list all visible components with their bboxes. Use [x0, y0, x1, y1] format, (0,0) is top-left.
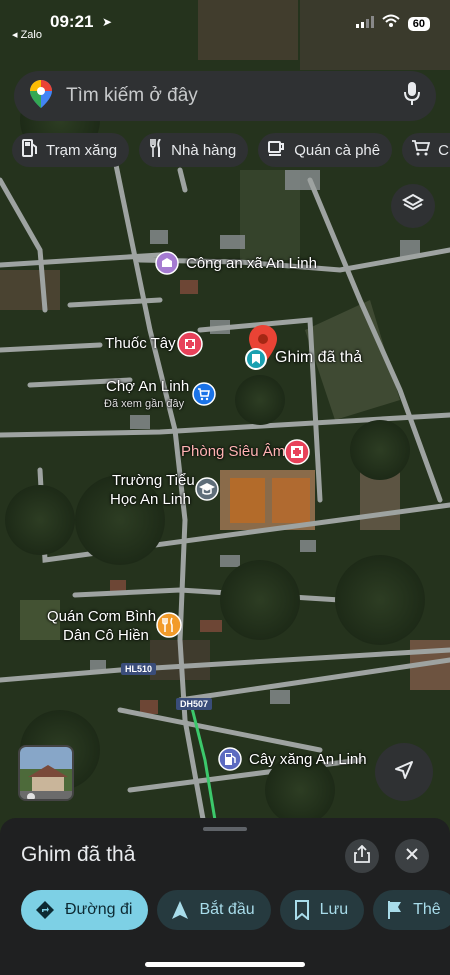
pin-label: Ghim đã thả	[275, 349, 363, 366]
chip-coffee[interactable]: Quán cà phê	[258, 133, 393, 167]
action-label: Lưu	[319, 901, 349, 918]
chip-label: Trạm xăng	[46, 141, 118, 159]
category-chips: Trạm xăng Nhà hàng Quán cà phê Cử	[12, 133, 450, 167]
sheet-title: Ghim đã thả	[21, 843, 136, 866]
share-icon	[354, 844, 370, 868]
navigation-arrow-icon	[393, 759, 415, 786]
flag-icon	[387, 900, 403, 920]
my-location-button[interactable]	[375, 743, 433, 801]
police-icon	[155, 251, 179, 280]
microphone-icon[interactable]	[404, 81, 420, 111]
status-bar: 09:21 ➤ 60	[0, 10, 450, 40]
navigation-arrow-icon	[171, 900, 189, 920]
cart-icon	[412, 140, 431, 160]
street-view-image	[20, 747, 72, 799]
poi-label: Thuốc Tây	[105, 335, 176, 352]
chip-restaurant[interactable]: Nhà hàng	[139, 133, 249, 167]
poi-label: Trường Tiểu	[112, 472, 195, 489]
poi-label: Cây xăng An Linh	[249, 751, 367, 768]
chip-label: Nhà hàng	[171, 141, 237, 159]
close-icon	[405, 847, 419, 866]
chip-label: Quán cà phê	[294, 141, 381, 159]
action-buttons: Đường đi Bắt đầu Lưu Thê	[21, 890, 450, 930]
layers-icon	[401, 193, 425, 220]
restaurant-icon	[149, 138, 163, 161]
start-button[interactable]: Bắt đầu	[157, 890, 271, 930]
pharmacy-icon	[177, 331, 203, 362]
saved-place-icon	[244, 347, 268, 376]
layers-button[interactable]	[391, 184, 435, 228]
signal-icon	[355, 15, 374, 33]
poi-label: Chợ An Linh	[106, 378, 190, 395]
road-badge-hl510: HL510	[121, 663, 157, 675]
search-bar[interactable]: Tìm kiếm ở đây	[14, 71, 436, 121]
search-input[interactable]: Tìm kiếm ở đây	[66, 85, 404, 107]
directions-icon	[35, 900, 55, 920]
save-button[interactable]: Lưu	[279, 890, 365, 930]
google-maps-pin-icon	[30, 79, 52, 113]
action-label: Đường đi	[65, 901, 133, 918]
status-time: 09:21	[50, 12, 94, 31]
back-to-app-link[interactable]: ◂ Zalo	[12, 28, 42, 41]
bookmark-icon	[294, 900, 310, 920]
home-indicator[interactable]	[145, 962, 305, 967]
poi-label: Dân Cô Hiền	[63, 627, 149, 644]
road-badge-dh507: DH507	[176, 698, 213, 710]
gas-station-icon	[218, 747, 242, 776]
place-bottom-sheet: Ghim đã thả Đường đi Bắt đầu Lưu Thê	[0, 818, 450, 975]
status-indicators: 60	[355, 14, 430, 33]
coffee-icon	[268, 140, 286, 160]
medical-icon	[284, 439, 310, 470]
chip-shopping[interactable]: Cử	[402, 133, 450, 167]
add-label-button[interactable]: Thê	[373, 890, 450, 930]
poi-label: Học An Linh	[110, 491, 191, 508]
poi-label: Phòng Siêu Âm	[181, 443, 286, 460]
share-button[interactable]	[345, 839, 379, 873]
close-button[interactable]	[395, 839, 429, 873]
battery-indicator: 60	[407, 16, 430, 31]
chip-label: Cử	[438, 141, 450, 159]
directions-button[interactable]: Đường đi	[21, 890, 149, 930]
wifi-icon	[382, 14, 400, 33]
restaurant-icon	[156, 612, 182, 643]
shopping-cart-icon	[192, 382, 216, 411]
poi-label: Công an xã An Linh	[186, 255, 317, 272]
action-label: Bắt đầu	[199, 901, 255, 918]
chip-gas-station[interactable]: Trạm xăng	[12, 133, 130, 167]
poi-sublabel: Đã xem gần đây	[104, 398, 185, 410]
location-arrow-icon: ➤	[102, 15, 113, 29]
street-view-thumbnail[interactable]	[18, 745, 74, 801]
gas-station-icon	[22, 139, 38, 161]
poi-label: Quán Cơm Bình	[47, 608, 157, 625]
back-app-label: Zalo	[20, 29, 42, 41]
sheet-drag-handle[interactable]	[203, 827, 247, 831]
action-label: Thê	[413, 901, 441, 918]
school-icon	[195, 477, 219, 506]
